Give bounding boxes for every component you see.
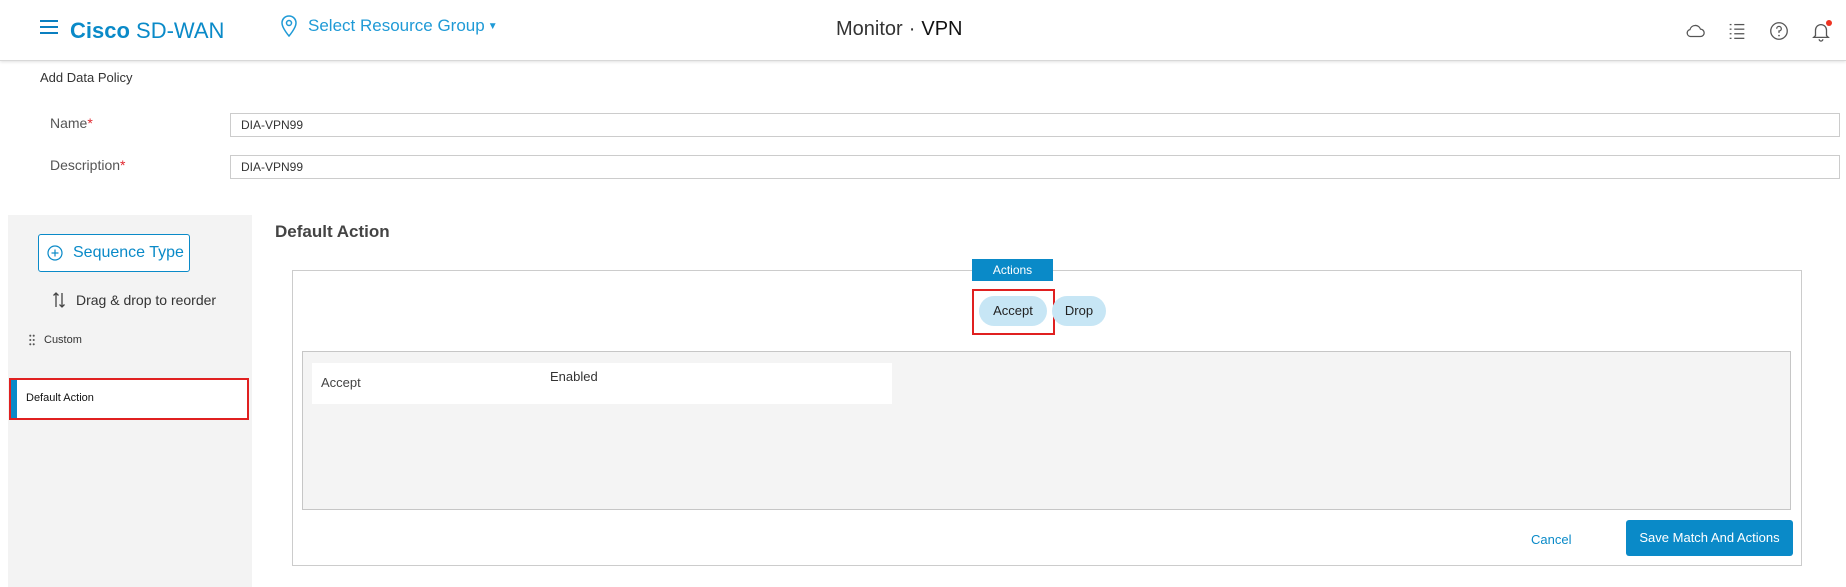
name-label: Name*	[50, 115, 93, 131]
resource-group-selector[interactable]: Select Resource Group ▼	[280, 15, 498, 37]
cloud-icon[interactable]	[1684, 20, 1706, 42]
page-title-page: VPN	[921, 18, 963, 40]
top-bar: Cisco SD-WAN Select Resource Group ▼ Mon…	[0, 0, 1846, 61]
description-label: Description*	[50, 157, 125, 173]
sidebar-item-custom[interactable]: Custom	[28, 334, 82, 346]
notification-dot	[1826, 20, 1832, 26]
description-label-text: Description	[50, 157, 121, 173]
description-input[interactable]: DIA-VPN99	[230, 155, 1840, 179]
menu-icon[interactable]	[40, 20, 58, 34]
drag-handle-icon[interactable]	[28, 334, 36, 346]
sidebar-item-default-action[interactable]: Default Action	[9, 378, 249, 420]
brand-bold: Cisco	[70, 18, 130, 43]
sequence-type-button[interactable]: Sequence Type	[38, 234, 190, 272]
save-match-and-actions-button[interactable]: Save Match And Actions	[1626, 520, 1793, 556]
notifications-button[interactable]	[1810, 20, 1832, 42]
page-title-separator: ·	[908, 18, 916, 40]
help-icon[interactable]	[1768, 20, 1790, 42]
resource-group-label: Select Resource Group	[308, 16, 485, 35]
plus-circle-icon	[47, 245, 63, 261]
caret-down-icon: ▼	[487, 20, 498, 32]
cancel-button[interactable]: Cancel	[1531, 532, 1571, 547]
name-label-text: Name	[50, 115, 88, 131]
location-pin-icon	[281, 15, 297, 37]
page-title: Monitor · VPN	[836, 18, 963, 41]
selected-indicator	[11, 380, 17, 418]
default-action-title: Default Action	[275, 222, 390, 241]
action-detail-row: Accept Enabled	[312, 363, 892, 404]
drag-reorder-hint: Drag & drop to reorder	[52, 291, 216, 309]
sidebar-item-label: Default Action	[26, 392, 94, 404]
header-actions	[1684, 20, 1832, 42]
page-title-section: Monitor	[836, 18, 903, 40]
brand-rest: SD-WAN	[136, 18, 225, 43]
list-icon[interactable]	[1726, 20, 1748, 42]
section-title: Add Data Policy	[40, 70, 133, 85]
brand-logo: Cisco SD-WAN	[70, 18, 224, 44]
sidebar-item-label: Custom	[44, 334, 82, 346]
required-marker: *	[87, 115, 93, 131]
actions-tab[interactable]: Actions	[972, 259, 1053, 281]
reorder-arrows-icon	[53, 292, 65, 308]
name-input[interactable]: DIA-VPN99	[230, 113, 1840, 137]
sequence-sidebar: Sequence Type Drag & drop to reorder Cus…	[8, 215, 252, 587]
required-marker: *	[120, 157, 126, 173]
action-detail-value: Enabled	[550, 369, 598, 384]
accept-action-button[interactable]: Accept	[979, 296, 1047, 326]
action-detail-key: Accept	[321, 375, 361, 390]
sequence-type-label: Sequence Type	[73, 244, 184, 261]
drop-action-button[interactable]: Drop	[1052, 296, 1106, 326]
drag-hint-text: Drag & drop to reorder	[76, 292, 217, 308]
